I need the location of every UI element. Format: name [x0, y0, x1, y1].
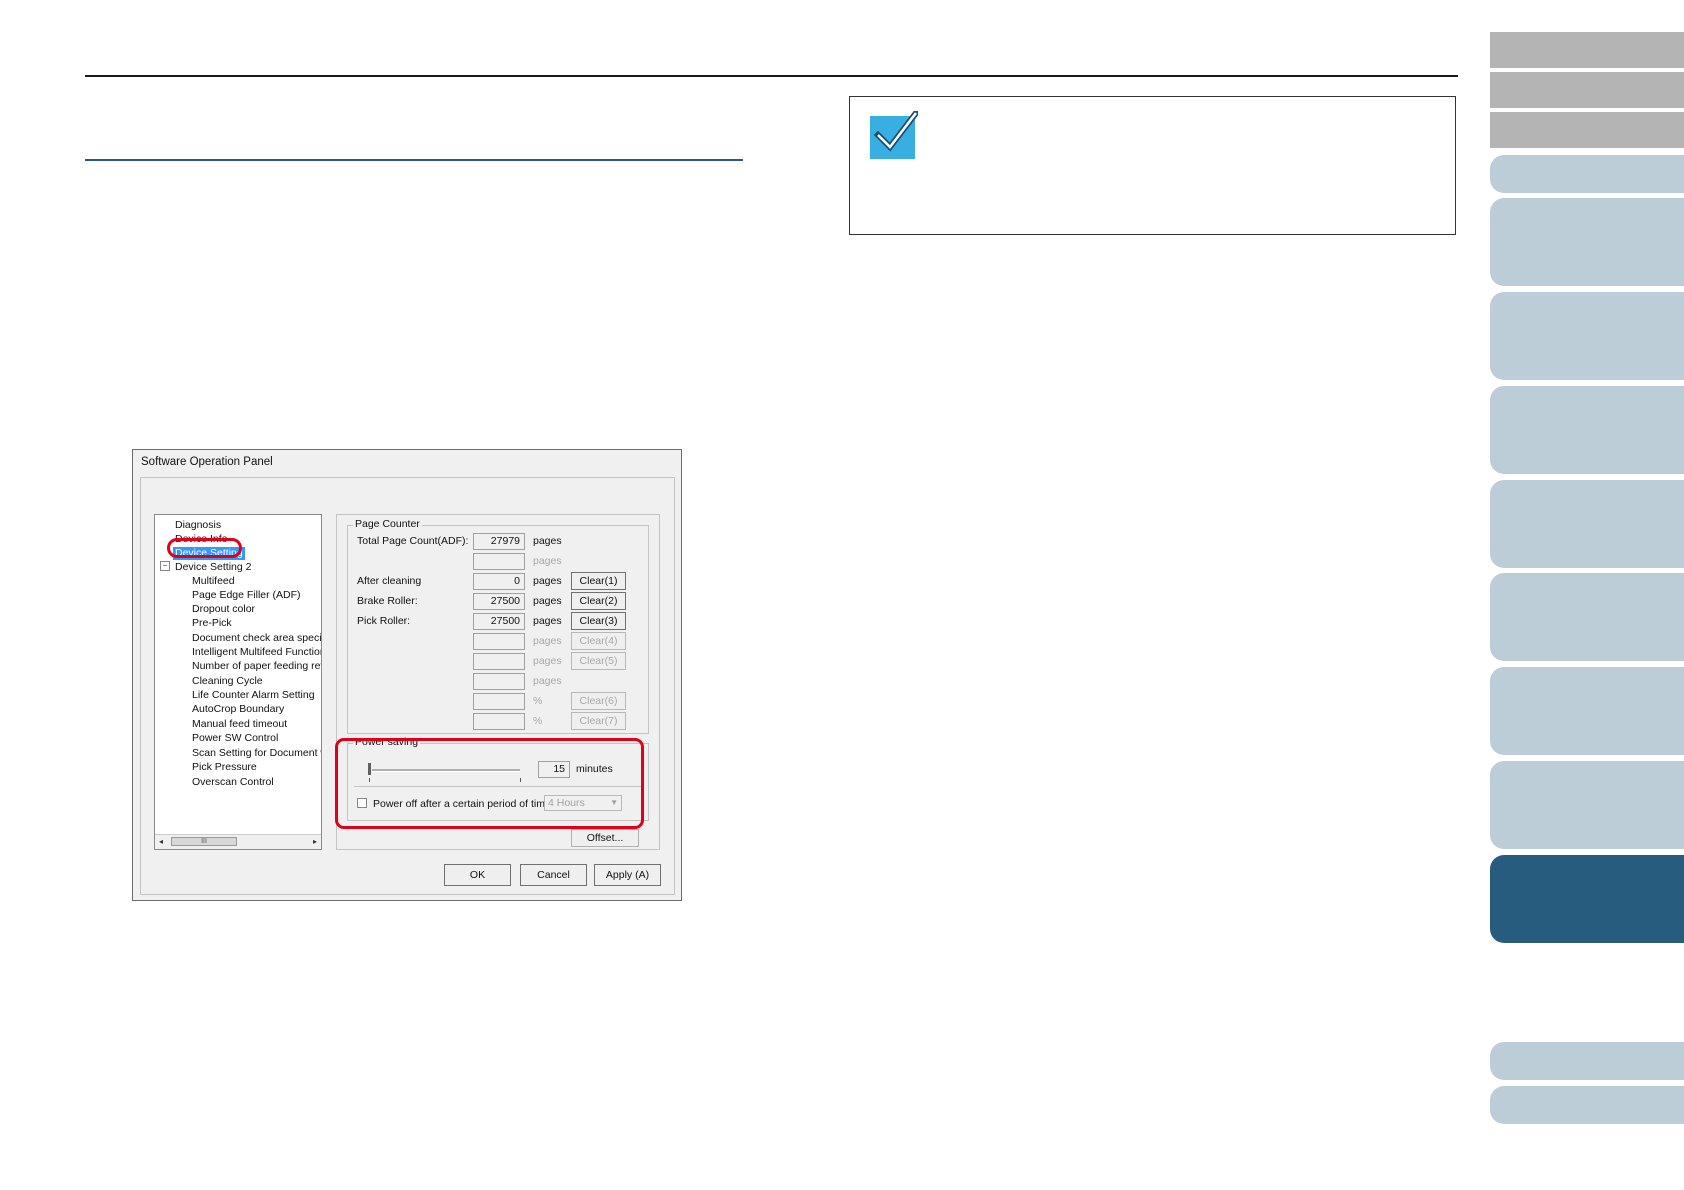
clear-3-button[interactable]: Clear(3) [571, 612, 626, 630]
nav-tab-7[interactable] [1490, 386, 1684, 474]
counter-field-blank [473, 693, 525, 710]
clear-5-button[interactable]: Clear(5) [571, 652, 626, 670]
counter-field-blank [473, 713, 525, 730]
unit-label: % [533, 695, 543, 707]
tree-item-manual-feed-timeout[interactable]: Manual feed timeout [192, 718, 287, 731]
unit-label: pages [533, 535, 562, 547]
tree-item-cleaning-cycle[interactable]: Cleaning Cycle [192, 675, 263, 688]
brake-roller-field: 27500 [473, 593, 525, 610]
dialog-title: Software Operation Panel [141, 456, 273, 468]
checkmark-note-icon [870, 111, 918, 159]
nav-tab-bottom-2[interactable] [1490, 1086, 1684, 1124]
counter-field-blank [473, 653, 525, 670]
unit-label: pages [533, 575, 562, 587]
brake-roller-label: Brake Roller: [357, 595, 418, 607]
tree-item-intelligent-multifeed[interactable]: Intelligent Multifeed Function [192, 646, 321, 659]
tree-horizontal-scrollbar[interactable]: ◂ III ▸ [155, 834, 321, 849]
tree-item-page-edge-filler[interactable]: Page Edge Filler (ADF) [192, 589, 301, 602]
unit-label: pages [533, 655, 562, 667]
pick-roller-label: Pick Roller: [357, 615, 411, 627]
scrollbar-thumb[interactable]: III [171, 837, 237, 846]
tree-item-overscan-control[interactable]: Overscan Control [192, 776, 274, 789]
ok-button[interactable]: OK [444, 864, 511, 886]
tree-item-scan-setting[interactable]: Scan Setting for Document wit [192, 747, 321, 760]
nav-tab-1[interactable] [1490, 32, 1684, 68]
tree-item-paper-feeding-retries[interactable]: Number of paper feeding retrie [192, 660, 321, 673]
power-saving-highlight [335, 738, 644, 829]
clear-2-button[interactable]: Clear(2) [571, 592, 626, 610]
nav-tab-bottom-1[interactable] [1490, 1042, 1684, 1080]
counter-field-blank [473, 633, 525, 650]
software-operation-panel-dialog: Software Operation Panel Diagnosis Devic… [132, 449, 682, 901]
tree-item-pick-pressure[interactable]: Pick Pressure [192, 761, 257, 774]
total-page-count-label: Total Page Count(ADF): [357, 535, 469, 547]
nav-tab-9[interactable] [1490, 573, 1684, 661]
pick-roller-field: 27500 [473, 613, 525, 630]
clear-4-button[interactable]: Clear(4) [571, 632, 626, 650]
settings-tree[interactable]: Diagnosis Device Info Device Setting − D… [154, 514, 322, 850]
unit-label: % [533, 715, 543, 727]
page-counter-label: Page Counter [353, 518, 422, 530]
tree-item-diagnosis[interactable]: Diagnosis [175, 519, 221, 532]
nav-tab-5[interactable] [1490, 198, 1684, 286]
note-box [849, 96, 1456, 235]
scroll-right-icon[interactable]: ▸ [313, 837, 317, 846]
tree-collapse-icon[interactable]: − [160, 561, 170, 571]
apply-button[interactable]: Apply (A) [594, 864, 661, 886]
clear-1-button[interactable]: Clear(1) [571, 572, 626, 590]
nav-tab-2[interactable] [1490, 72, 1684, 108]
header-rule [85, 75, 1458, 77]
tree-item-multifeed[interactable]: Multifeed [192, 575, 235, 588]
nav-tab-11[interactable] [1490, 761, 1684, 849]
unit-label: pages [533, 635, 562, 647]
cancel-button[interactable]: Cancel [520, 864, 587, 886]
tree-item-life-counter-alarm[interactable]: Life Counter Alarm Setting [192, 689, 315, 702]
tree-item-pre-pick[interactable]: Pre-Pick [192, 617, 232, 630]
tree-item-device-setting-2[interactable]: Device Setting 2 [175, 561, 251, 574]
tree-item-dropout-color[interactable]: Dropout color [192, 603, 255, 616]
unit-label: pages [533, 615, 562, 627]
tree-item-autocrop-boundary[interactable]: AutoCrop Boundary [192, 703, 284, 716]
counter-field-blank [473, 553, 525, 570]
after-cleaning-field: 0 [473, 573, 525, 590]
device-setting-highlight [167, 538, 242, 558]
tree-item-document-check-area[interactable]: Document check area specific [192, 632, 321, 645]
nav-tab-active[interactable] [1490, 855, 1684, 943]
nav-tab-3[interactable] [1490, 112, 1684, 148]
nav-tab-4[interactable] [1490, 155, 1684, 193]
clear-7-button[interactable]: Clear(7) [571, 712, 626, 730]
clear-6-button[interactable]: Clear(6) [571, 692, 626, 710]
unit-label: pages [533, 555, 562, 567]
counter-field-blank [473, 673, 525, 690]
after-cleaning-label: After cleaning [357, 575, 422, 587]
nav-tab-6[interactable] [1490, 292, 1684, 380]
scroll-left-icon[interactable]: ◂ [159, 837, 163, 846]
offset-button[interactable]: Offset... [571, 829, 639, 847]
nav-tab-10[interactable] [1490, 667, 1684, 755]
nav-tab-8[interactable] [1490, 480, 1684, 568]
total-page-count-field: 27979 [473, 533, 525, 550]
tree-item-power-sw-control[interactable]: Power SW Control [192, 732, 278, 745]
unit-label: pages [533, 595, 562, 607]
unit-label: pages [533, 675, 562, 687]
section-rule [85, 159, 743, 161]
